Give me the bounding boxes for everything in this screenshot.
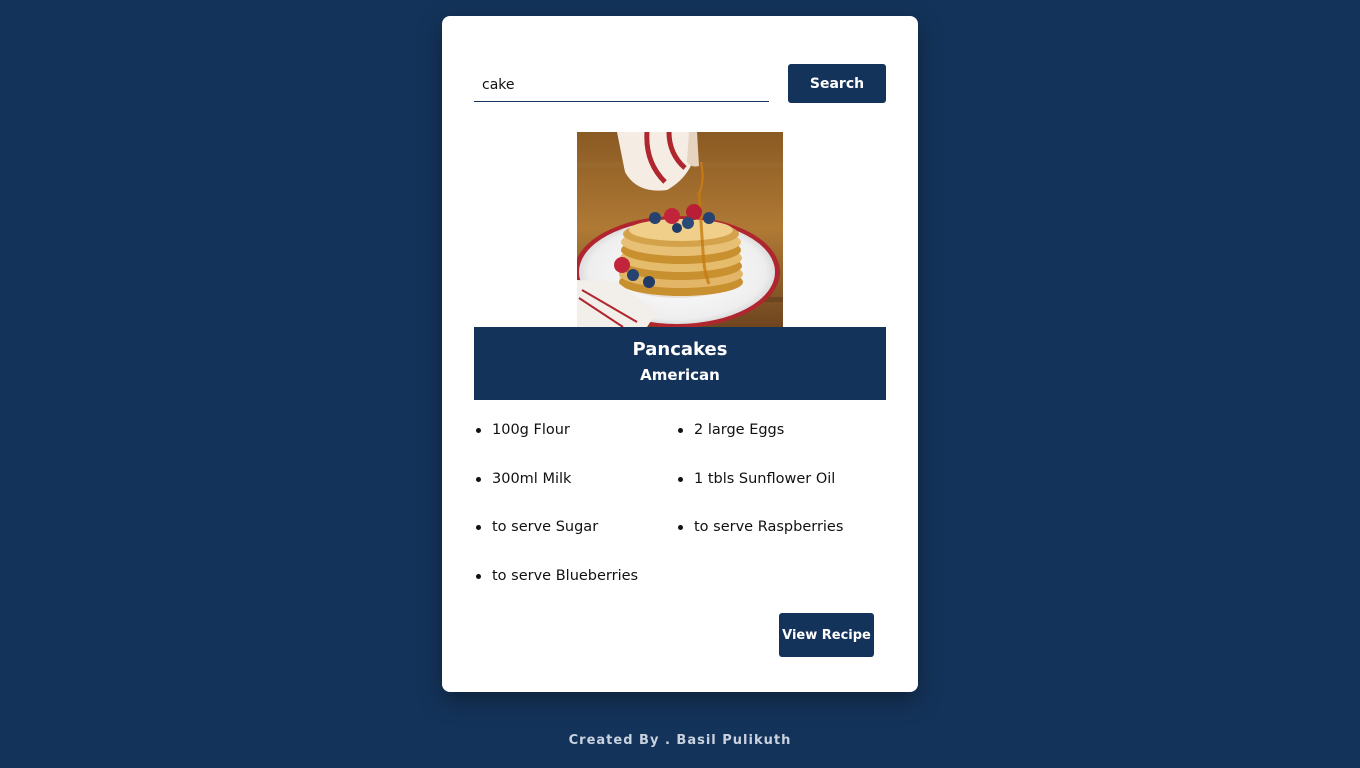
ingredient-list: 100g Flour 2 large Eggs 300ml Milk 1 tbl… xyxy=(474,418,886,612)
ingredient-item: 300ml Milk xyxy=(474,467,676,516)
ingredient-item: 100g Flour xyxy=(474,418,676,467)
meal-image xyxy=(577,132,783,327)
ingredient-item: 1 tbls Sunflower Oil xyxy=(676,467,886,516)
meal-header: Pancakes American xyxy=(474,327,886,400)
recipe-card: Search xyxy=(442,16,918,692)
ingredient-item: to serve Sugar xyxy=(474,515,676,564)
meal-name: Pancakes xyxy=(632,339,728,360)
search-button[interactable]: Search xyxy=(788,64,886,103)
meal-area: American xyxy=(640,366,720,384)
search-input[interactable] xyxy=(474,68,769,102)
ingredient-item: to serve Raspberries xyxy=(676,515,886,564)
view-recipe-button[interactable]: View Recipe xyxy=(779,613,874,657)
ingredient-item: 2 large Eggs xyxy=(676,418,886,467)
footer-credit: Created By . Basil Pulikuth xyxy=(568,733,792,748)
ingredient-item: to serve Blueberries xyxy=(474,564,676,613)
